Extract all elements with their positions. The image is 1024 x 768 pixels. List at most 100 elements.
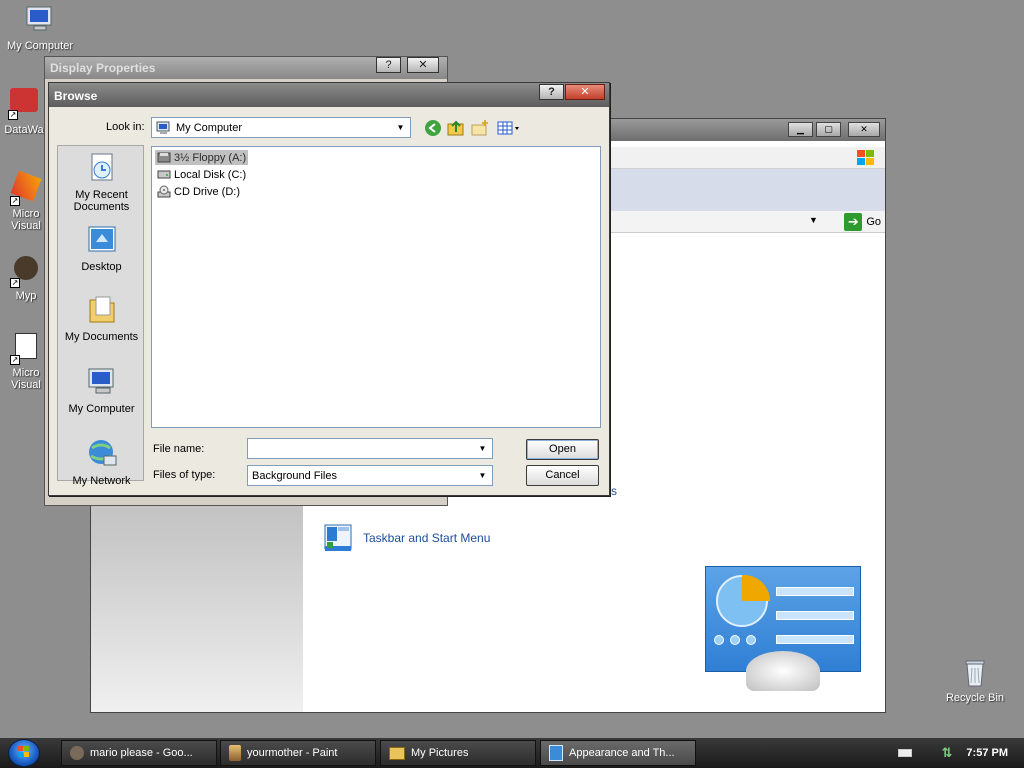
browse-titlebar[interactable]: Browse ? ✕ [49, 83, 609, 107]
recycle-bin-icon [965, 660, 985, 687]
minimize-button[interactable]: ▁ [788, 122, 813, 137]
files-of-type-label: Files of type: [153, 469, 216, 481]
network-icon[interactable]: ⇅ [942, 745, 953, 761]
list-item[interactable]: Local Disk (C:) [155, 167, 248, 182]
help-button[interactable]: ? [376, 57, 401, 73]
close-button[interactable]: ✕ [407, 57, 439, 73]
partial-text: s [611, 484, 617, 498]
cancel-button[interactable]: Cancel [526, 465, 599, 486]
chevron-down-icon[interactable]: ▼ [475, 441, 490, 456]
my-network-icon [88, 440, 116, 466]
files-of-type-value: Background Files [252, 469, 337, 482]
up-folder-icon [447, 120, 464, 136]
browse-dialog[interactable]: Browse ? ✕ Look in: My Computer ▼ My Rec… [48, 82, 610, 496]
file-name-label: File name: [153, 443, 205, 455]
maximize-button[interactable]: ▢ [816, 122, 841, 137]
help-button[interactable]: ? [539, 84, 564, 100]
cd-drive-icon [157, 185, 171, 198]
file-name: Local Disk (C:) [174, 168, 247, 181]
desktop-icon-label: Micro Visual [11, 367, 41, 391]
desktop-icon-recycle-bin[interactable]: Recycle Bin [935, 656, 1015, 704]
taskbar-item-appearance[interactable]: Appearance and Th... [540, 740, 696, 766]
taskbar-item-label: Appearance and Th... [569, 747, 675, 759]
places-bar: My Recent Documents Desktop My Documents… [57, 145, 145, 487]
app-shortcut-icon: ↗ [10, 256, 42, 288]
browse-title: Browse [54, 89, 98, 103]
places-my-computer[interactable]: My Computer [58, 366, 145, 415]
chevron-down-icon[interactable]: ▼ [393, 120, 408, 135]
app-shortcut-icon: ↗ [8, 88, 40, 120]
app-shortcut-icon: ↗ [10, 170, 42, 206]
back-arrow-icon [425, 120, 441, 136]
my-documents-icon [89, 296, 114, 323]
go-label: Go [866, 216, 881, 228]
desktop-icon [88, 226, 115, 252]
control-panel-icon [549, 745, 563, 761]
desktop-icon-label: My Computer [6, 40, 74, 52]
taskbar-item-browser[interactable]: mario please - Goo... [61, 740, 217, 766]
go-button[interactable]: ➔ Go [844, 213, 881, 231]
places-label: My Network [72, 475, 131, 487]
places-label: My Computer [68, 403, 135, 415]
floppy-drive-icon [157, 152, 171, 163]
look-in-value: My Computer [176, 121, 243, 134]
places-label: My Documents [64, 331, 139, 343]
go-arrow-icon: ➔ [844, 213, 863, 231]
start-button[interactable] [8, 739, 40, 767]
recent-documents-icon [91, 153, 112, 181]
hard-disk-icon [157, 170, 171, 179]
list-item[interactable]: 3½ Floppy (A:) [155, 150, 249, 165]
up-folder-button[interactable] [447, 119, 465, 137]
open-button[interactable]: Open [526, 439, 599, 460]
desktop-icon-label: Myp [15, 290, 37, 302]
folder-icon [389, 746, 405, 760]
look-in-label: Look in: [106, 121, 145, 133]
back-button[interactable] [424, 119, 442, 137]
paint-icon [229, 745, 241, 761]
places-recent-documents[interactable]: My Recent Documents [58, 152, 145, 213]
clock[interactable]: 7:57 PM [966, 747, 1008, 759]
my-computer-icon [26, 6, 52, 31]
places-my-network[interactable]: My Network [58, 438, 145, 487]
taskbar: mario please - Goo... yourmother - Paint… [0, 738, 1024, 768]
taskbar-item-label: mario please - Goo... [90, 747, 193, 759]
taskbar-item-my-pictures[interactable]: My Pictures [380, 740, 536, 766]
view-menu-button[interactable] [496, 119, 522, 137]
system-tray: ⇅ 7:57 PM [897, 738, 1024, 768]
taskbar-item-label: My Pictures [411, 747, 469, 759]
new-folder-icon [471, 120, 488, 136]
view-menu-icon [497, 121, 519, 135]
taskbar-item-paint[interactable]: yourmother - Paint [220, 740, 376, 766]
control-panel-illustration [705, 566, 861, 691]
close-button[interactable]: ✕ [565, 84, 605, 100]
display-properties-title: Display Properties [50, 61, 156, 75]
my-computer-icon [156, 121, 170, 134]
app-shortcut-icon: ↗ [10, 333, 42, 365]
list-item[interactable]: CD Drive (D:) [155, 184, 242, 199]
new-folder-button[interactable] [471, 119, 489, 137]
places-label: Desktop [81, 261, 122, 273]
address-dropdown-arrow[interactable]: ▼ [809, 215, 823, 225]
close-button[interactable]: ✕ [848, 122, 880, 137]
places-label: My Recent Documents [73, 189, 130, 213]
look-in-dropdown[interactable]: My Computer ▼ [151, 117, 411, 138]
my-computer-icon [88, 368, 113, 394]
places-desktop[interactable]: Desktop [58, 224, 145, 273]
desktop-icon-label: DataWa [4, 124, 44, 136]
keyboard-icon[interactable] [897, 749, 912, 757]
desktop-icon-label: Recycle Bin [945, 692, 1005, 704]
file-list[interactable]: 3½ Floppy (A:) Local Disk (C:) CD Drive … [151, 146, 601, 428]
desktop-icon-my-computer[interactable]: My Computer [0, 4, 80, 52]
windows-logo-icon [857, 150, 874, 165]
taskbar-item-label: yourmother - Paint [247, 747, 338, 759]
taskbar-start-menu-icon [324, 524, 352, 551]
file-name-input[interactable]: ▼ [247, 438, 493, 459]
chevron-down-icon[interactable]: ▼ [475, 468, 490, 483]
windows-logo-icon [18, 746, 29, 757]
desktop-icon-label: Micro Visual [11, 208, 41, 232]
browser-icon [70, 746, 84, 760]
places-my-documents[interactable]: My Documents [58, 294, 145, 343]
taskbar-start-menu-label: Taskbar and Start Menu [363, 531, 491, 545]
files-of-type-dropdown[interactable]: Background Files ▼ [247, 465, 493, 486]
taskbar-start-menu-link[interactable]: Taskbar and Start Menu [323, 522, 490, 554]
